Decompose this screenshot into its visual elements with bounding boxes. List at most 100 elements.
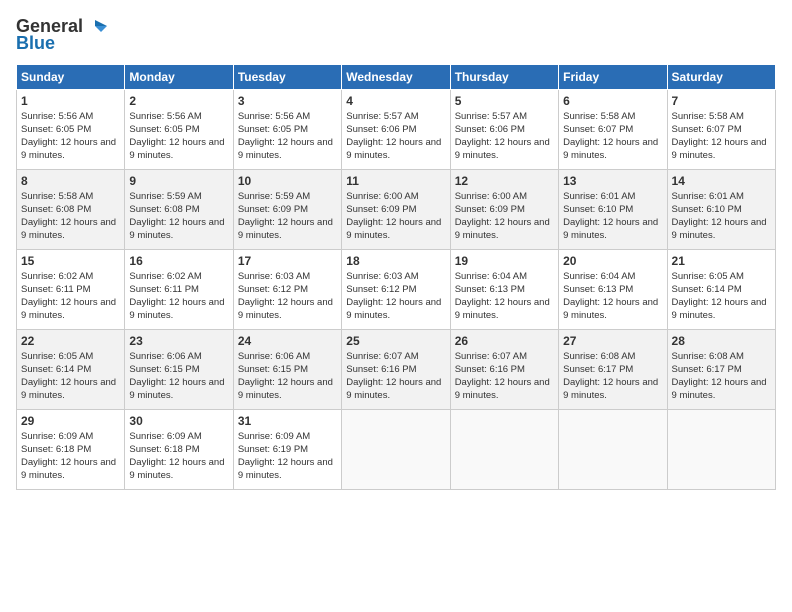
daylight-text: Daylight: 12 hours and 9 minutes.	[563, 377, 658, 401]
sunrise-text: Sunrise: 6:09 AM	[129, 431, 201, 442]
logo: General Blue	[16, 16, 107, 54]
daylight-text: Daylight: 12 hours and 9 minutes.	[21, 137, 116, 161]
daylight-text: Daylight: 12 hours and 9 minutes.	[129, 297, 224, 321]
calendar-cell	[450, 410, 558, 490]
sunrise-text: Sunrise: 6:05 AM	[21, 351, 93, 362]
sunrise-text: Sunrise: 6:01 AM	[563, 191, 635, 202]
sunrise-text: Sunrise: 6:04 AM	[455, 271, 527, 282]
sunrise-text: Sunrise: 6:08 AM	[563, 351, 635, 362]
sunset-text: Sunset: 6:17 PM	[672, 364, 742, 375]
calendar-cell: 27 Sunrise: 6:08 AM Sunset: 6:17 PM Dayligh…	[559, 330, 667, 410]
calendar-cell: 30Sunrise: 6:09 AMSunset: 6:18 PMDayligh…	[125, 410, 233, 490]
sunset-text: Sunset: 6:14 PM	[672, 284, 742, 295]
sunset-text: Sunset: 6:17 PM	[563, 364, 633, 375]
day-number: 18	[346, 253, 445, 269]
sunrise-text: Sunrise: 6:04 AM	[563, 271, 635, 282]
day-number: 9	[129, 173, 228, 189]
daylight-text: Daylight: 12 hours and 9 minutes.	[563, 137, 658, 161]
sunset-text: Sunset: 6:12 PM	[346, 284, 416, 295]
daylight-text: Daylight: 12 hours and 9 minutes.	[238, 457, 333, 481]
sunset-text: Sunset: 6:07 PM	[563, 124, 633, 135]
sunrise-text: Sunrise: 5:59 AM	[129, 191, 201, 202]
calendar-cell: 24Sunrise: 6:06 AMSunset: 6:15 PMDayligh…	[233, 330, 341, 410]
logo-container: General Blue	[16, 16, 107, 54]
sunset-text: Sunset: 6:07 PM	[672, 124, 742, 135]
day-number: 15	[21, 253, 120, 269]
calendar-cell: 16 Sunrise: 6:02 AM Sunset: 6:11 PM Dayligh…	[125, 250, 233, 330]
sunrise-text: Sunrise: 6:08 AM	[672, 351, 744, 362]
sunrise-text: Sunrise: 6:02 AM	[21, 271, 93, 282]
day-number: 1	[21, 93, 120, 109]
calendar-cell: 22Sunrise: 6:05 AMSunset: 6:14 PMDayligh…	[17, 330, 125, 410]
sunset-text: Sunset: 6:08 PM	[21, 204, 91, 215]
sunset-text: Sunset: 6:13 PM	[455, 284, 525, 295]
calendar-page: General Blue SundayMondayTuesdayWednesda…	[0, 0, 792, 612]
calendar-cell: 9Sunrise: 5:59 AMSunset: 6:08 PMDaylight…	[125, 170, 233, 250]
sunrise-text: Sunrise: 5:58 AM	[672, 111, 744, 122]
daylight-text: Daylight: 12 hours and 9 minutes.	[238, 297, 333, 321]
day-number: 29	[21, 413, 120, 429]
calendar-cell: 10Sunrise: 5:59 AMSunset: 6:09 PMDayligh…	[233, 170, 341, 250]
sunset-text: Sunset: 6:05 PM	[129, 124, 199, 135]
sunrise-text: Sunrise: 6:02 AM	[129, 271, 201, 282]
sunrise-text: Sunrise: 5:56 AM	[21, 111, 93, 122]
calendar-cell: 20Sunrise: 6:04 AMSunset: 6:13 PMDayligh…	[559, 250, 667, 330]
day-number: 22	[21, 333, 120, 349]
sunset-text: Sunset: 6:14 PM	[21, 364, 91, 375]
daylight-text: Daylight: 12 hours and 9 minutes.	[129, 137, 224, 161]
sunrise-text: Sunrise: 6:06 AM	[238, 351, 310, 362]
day-number: 24	[238, 333, 337, 349]
day-number: 27	[563, 333, 662, 349]
daylight-text: Daylight: 12 hours and 9 minutes.	[672, 297, 767, 321]
calendar-cell: 6Sunrise: 5:58 AMSunset: 6:07 PMDaylight…	[559, 90, 667, 170]
calendar-cell: 2Sunrise: 5:56 AMSunset: 6:05 PMDaylight…	[125, 90, 233, 170]
daylight-text: Daylight: 12 hours and 9 minutes.	[129, 377, 224, 401]
sunset-text: Sunset: 6:15 PM	[129, 364, 199, 375]
sunrise-text: Sunrise: 5:56 AM	[238, 111, 310, 122]
calendar-cell: 29Sunrise: 6:09 AMSunset: 6:18 PMDayligh…	[17, 410, 125, 490]
calendar-cell: 19Sunrise: 6:04 AMSunset: 6:13 PMDayligh…	[450, 250, 558, 330]
daylight-text: Daylight: 12 hours and 9 minutes.	[563, 297, 658, 321]
day-number: 16	[129, 253, 228, 269]
sunset-text: Sunset: 6:16 PM	[455, 364, 525, 375]
calendar-week-4: 22 Sunrise: 6:05 AM Sunset: 6:14 PM Dayligh…	[17, 330, 776, 410]
sunrise-text: Sunrise: 5:58 AM	[21, 191, 93, 202]
daylight-text: Daylight: 12 hours and 9 minutes.	[346, 137, 441, 161]
calendar-cell: 1 Sunrise: 5:56 AM Sunset: 6:05 PM Daylight…	[17, 90, 125, 170]
sunrise-text: Sunrise: 6:07 AM	[455, 351, 527, 362]
calendar-cell: 3Sunrise: 5:56 AMSunset: 6:05 PMDaylight…	[233, 90, 341, 170]
day-number: 23	[129, 333, 228, 349]
daylight-text: Daylight: 12 hours and 9 minutes.	[455, 137, 550, 161]
daylight-text: Daylight: 12 hours and 9 minutes.	[672, 217, 767, 241]
day-number: 2	[129, 93, 228, 109]
daylight-text: Daylight: 12 hours and 9 minutes.	[346, 297, 441, 321]
day-number: 30	[129, 413, 228, 429]
sunrise-text: Sunrise: 5:57 AM	[455, 111, 527, 122]
calendar-table: SundayMondayTuesdayWednesdayThursdayFrid…	[16, 64, 776, 490]
daylight-text: Daylight: 12 hours and 9 minutes.	[346, 217, 441, 241]
calendar-cell: 4Sunrise: 5:57 AMSunset: 6:06 PMDaylight…	[342, 90, 450, 170]
day-number: 11	[346, 173, 445, 189]
header: General Blue	[16, 16, 776, 54]
daylight-text: Daylight: 12 hours and 9 minutes.	[672, 377, 767, 401]
daylight-text: Daylight: 12 hours and 9 minutes.	[238, 217, 333, 241]
sunset-text: Sunset: 6:11 PM	[129, 284, 199, 295]
day-number: 21	[672, 253, 771, 269]
sunset-text: Sunset: 6:05 PM	[21, 124, 91, 135]
sunrise-text: Sunrise: 6:01 AM	[672, 191, 744, 202]
day-number: 5	[455, 93, 554, 109]
daylight-text: Daylight: 12 hours and 9 minutes.	[346, 377, 441, 401]
logo-blue: Blue	[16, 33, 55, 54]
day-number: 6	[563, 93, 662, 109]
calendar-cell: 25Sunrise: 6:07 AMSunset: 6:16 PMDayligh…	[342, 330, 450, 410]
sunrise-text: Sunrise: 5:57 AM	[346, 111, 418, 122]
col-header-sunday: Sunday	[17, 65, 125, 90]
calendar-cell: 28Sunrise: 6:08 AMSunset: 6:17 PMDayligh…	[667, 330, 775, 410]
sunset-text: Sunset: 6:10 PM	[672, 204, 742, 215]
sunset-text: Sunset: 6:08 PM	[129, 204, 199, 215]
sunset-text: Sunset: 6:16 PM	[346, 364, 416, 375]
sunset-text: Sunset: 6:09 PM	[238, 204, 308, 215]
day-number: 7	[672, 93, 771, 109]
calendar-cell	[342, 410, 450, 490]
calendar-cell: 31Sunrise: 6:09 AMSunset: 6:19 PMDayligh…	[233, 410, 341, 490]
